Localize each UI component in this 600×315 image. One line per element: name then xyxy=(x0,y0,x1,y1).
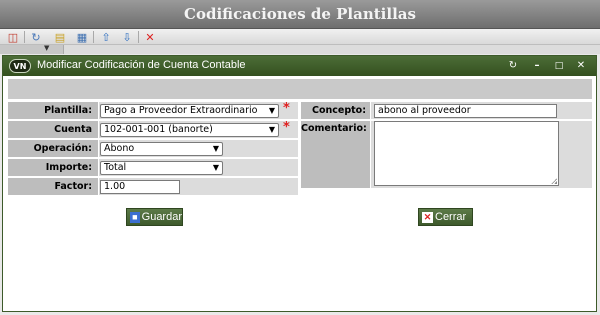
concepto-label: Concepto: xyxy=(301,102,370,119)
chevron-down-icon[interactable]: ▼ xyxy=(44,44,49,52)
operacion-label: Operación: xyxy=(8,140,98,157)
edit-dialog: VN Modificar Codificación de Cuenta Cont… xyxy=(2,55,597,312)
dialog-subheader xyxy=(8,79,592,99)
delete-icon[interactable]: ✕ xyxy=(142,30,158,44)
importe-label: Importe: xyxy=(8,159,98,176)
tab-strip: ▼ xyxy=(0,44,600,54)
dialog-titlebar[interactable]: VN Modificar Codificación de Cuenta Cont… xyxy=(3,56,596,76)
cuenta-contable-cell: 102-001-001 (banorte) ▼ * xyxy=(99,121,298,138)
operacion-value: Abono xyxy=(104,143,135,154)
minimize-icon[interactable]: – xyxy=(530,59,544,73)
toolbar: ◫ ↻ ▤ ▦ ⇧ ⇩ ✕ xyxy=(0,29,600,45)
importe-select[interactable]: Total ▼ xyxy=(100,161,223,175)
arrow-up-icon[interactable]: ⇧ xyxy=(98,30,114,44)
cuenta-contable-value: 102-001-001 (banorte) xyxy=(104,124,213,135)
operacion-select[interactable]: Abono ▼ xyxy=(100,142,223,156)
caret-down-icon: ▼ xyxy=(212,163,219,172)
cuenta-contable-label: Cuenta Contable: xyxy=(8,121,98,152)
operacion-cell: Abono ▼ xyxy=(99,140,298,157)
restore-icon[interactable]: ↻ xyxy=(506,59,520,73)
page-header: Codificaciones de Plantillas xyxy=(0,0,600,29)
plantilla-cell: Pago a Proveedor Extraordinario ▼ * xyxy=(99,102,298,119)
close-doc-icon: ✕ xyxy=(422,211,433,223)
factor-label: Factor: xyxy=(8,178,98,195)
required-marker: * xyxy=(283,120,290,135)
arrow-down-icon[interactable]: ⇩ xyxy=(119,30,135,44)
importe-value: Total xyxy=(104,162,127,173)
save-icon: ■ xyxy=(130,211,140,223)
comentario-label: Comentario: xyxy=(301,121,370,188)
grid-icon[interactable]: ▦ xyxy=(74,30,90,44)
importe-cell: Total ▼ xyxy=(99,159,298,176)
guardar-button[interactable]: ■ Guardar xyxy=(126,208,183,226)
refresh-icon[interactable]: ↻ xyxy=(28,30,44,44)
guardar-label: Guardar xyxy=(141,211,182,223)
strip-tab[interactable]: ▼ xyxy=(0,44,64,54)
factor-cell: 1.00 xyxy=(99,178,298,195)
pdf-export-icon[interactable]: ◫ xyxy=(5,30,21,44)
cuenta-contable-select[interactable]: 102-001-001 (banorte) ▼ xyxy=(100,123,279,137)
plantilla-value: Pago a Proveedor Extraordinario xyxy=(104,105,258,116)
concepto-cell: abono al proveedor xyxy=(371,102,592,119)
plantilla-select[interactable]: Pago a Proveedor Extraordinario ▼ xyxy=(100,104,279,118)
dialog-title: Modificar Codificación de Cuenta Contabl… xyxy=(37,59,246,71)
toolbar-separator xyxy=(93,31,94,43)
toolbar-separator xyxy=(138,31,139,43)
page-title: Codificaciones de Plantillas xyxy=(184,5,416,23)
factor-input[interactable]: 1.00 xyxy=(100,180,180,194)
folder-icon[interactable]: ▤ xyxy=(52,30,68,44)
required-marker: * xyxy=(283,101,290,116)
resize-grip-icon[interactable] xyxy=(551,178,557,184)
close-icon[interactable]: ✕ xyxy=(574,59,588,73)
caret-down-icon: ▼ xyxy=(212,144,219,153)
plantilla-label: Plantilla: xyxy=(8,102,98,119)
toolbar-separator xyxy=(24,31,25,43)
vn-logo: VN xyxy=(9,59,31,73)
comentario-textarea[interactable] xyxy=(374,121,559,186)
cerrar-button[interactable]: ✕ Cerrar xyxy=(418,208,473,226)
concepto-input[interactable]: abono al proveedor xyxy=(374,104,557,118)
caret-down-icon: ▼ xyxy=(268,125,275,134)
cerrar-label: Cerrar xyxy=(435,211,467,223)
maximize-icon[interactable]: □ xyxy=(552,59,566,73)
caret-down-icon: ▼ xyxy=(268,106,275,115)
comentario-cell xyxy=(371,121,592,188)
